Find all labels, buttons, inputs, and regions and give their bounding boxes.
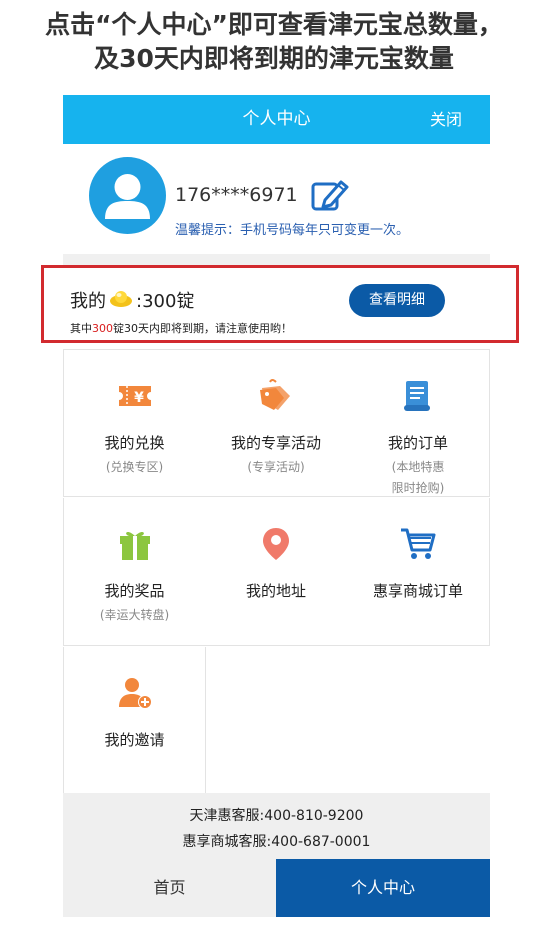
caption-line-1: 点击“个人中心”即可查看津元宝总数量， — [45, 10, 503, 39]
close-button[interactable]: 关闭 — [430, 95, 462, 144]
menu-item-orders[interactable]: 我的订单 (本地特惠 限时抢购) — [347, 349, 490, 497]
menu-item-exchange[interactable]: ¥ 我的兑换 (兑换专区) — [63, 349, 206, 497]
ticket-yen-icon: ¥ — [117, 378, 153, 414]
add-user-icon — [117, 675, 153, 711]
ingot-total: 我的 :300锭 — [70, 287, 194, 313]
top-bar: 个人中心 关闭 — [63, 95, 490, 144]
ingot-summary-highlight: 我的 :300锭 其中300锭30天内即将到期，请注意使用哟！ 查看明细 — [41, 265, 519, 343]
expiring-amount: 300 — [92, 322, 113, 335]
bottom-tab-bar: 首页 个人中心 — [63, 859, 490, 917]
menu-sublabel: (本地特惠 限时抢购) — [391, 460, 445, 495]
menu-label: 我的奖品 — [104, 582, 165, 600]
shopping-cart-icon — [400, 526, 436, 562]
instruction-caption: 点击“个人中心”即可查看津元宝总数量， 及30天内即将到期的津元宝数量 — [0, 8, 548, 76]
menu-item-prizes[interactable]: 我的奖品 (幸运大转盘) — [63, 498, 206, 646]
tag-icon — [258, 378, 294, 414]
note-prefix: 其中 — [70, 322, 92, 335]
ingot-amount: :300锭 — [136, 291, 195, 312]
location-pin-icon — [258, 526, 294, 562]
menu-sublabel: (幸运大转盘) — [99, 608, 170, 622]
ingot-label: 我的 — [70, 291, 106, 312]
menu-grid: ¥ 我的兑换 (兑换专区) 我的专享活动 (专享活动) 我的订单 (本地特惠 限… — [63, 349, 490, 795]
menu-label: 我的邀请 — [104, 731, 165, 749]
gift-icon — [117, 526, 153, 562]
menu-label: 我的订单 — [387, 434, 448, 452]
menu-label: 我的专享活动 — [230, 434, 321, 452]
customer-service-footer: 天津惠客服:400-810-9200 惠享商城客服:400-687-0001 — [63, 793, 490, 859]
menu-label: 我的兑换 — [104, 434, 165, 452]
tab-home[interactable]: 首页 — [63, 859, 276, 917]
caption-line-2: 及30天内即将到期的津元宝数量 — [94, 44, 454, 73]
profile-section: 176****6971 温馨提示：手机号码每年只可变更一次。 — [63, 144, 490, 254]
menu-item-exclusive-activity[interactable]: 我的专享活动 (专享活动) — [205, 349, 348, 497]
service-hotline-2[interactable]: 惠享商城客服:400-687-0001 — [63, 831, 490, 851]
menu-label: 惠享商城订单 — [372, 582, 463, 600]
edit-pencil-icon[interactable] — [311, 178, 349, 216]
svg-text:¥: ¥ — [134, 390, 144, 406]
divider — [63, 254, 490, 265]
menu-item-address[interactable]: 我的地址 — [205, 498, 348, 646]
menu-item-invitations[interactable]: 我的邀请 — [63, 647, 206, 795]
phone-number: 176****6971 — [175, 184, 298, 206]
ingot-expiry-note: 其中300锭30天内即将到期，请注意使用哟！ — [70, 320, 292, 336]
menu-item-mall-orders[interactable]: 惠享商城订单 — [347, 498, 490, 646]
view-details-button[interactable]: 查看明细 — [349, 284, 445, 317]
menu-sublabel: (专享活动) — [247, 460, 305, 474]
service-hotline-1[interactable]: 天津惠客服:400-810-9200 — [63, 805, 490, 825]
tab-personal-center[interactable]: 个人中心 — [276, 859, 490, 917]
phone-change-tip: 温馨提示：手机号码每年只可变更一次。 — [175, 223, 410, 238]
page-title: 个人中心 — [242, 109, 311, 129]
phone-screen: 个人中心 关闭 176****6971 温馨提示：手机号码每年只可变更一次。 我… — [41, 95, 519, 917]
receipt-scroll-icon — [400, 378, 436, 414]
menu-label: 我的地址 — [245, 582, 306, 600]
user-avatar-icon[interactable] — [89, 157, 166, 234]
gold-ingot-icon — [109, 288, 133, 313]
menu-sublabel: (兑换专区) — [105, 460, 164, 474]
note-suffix: 锭30天内即将到期，请注意使用哟！ — [113, 322, 292, 335]
